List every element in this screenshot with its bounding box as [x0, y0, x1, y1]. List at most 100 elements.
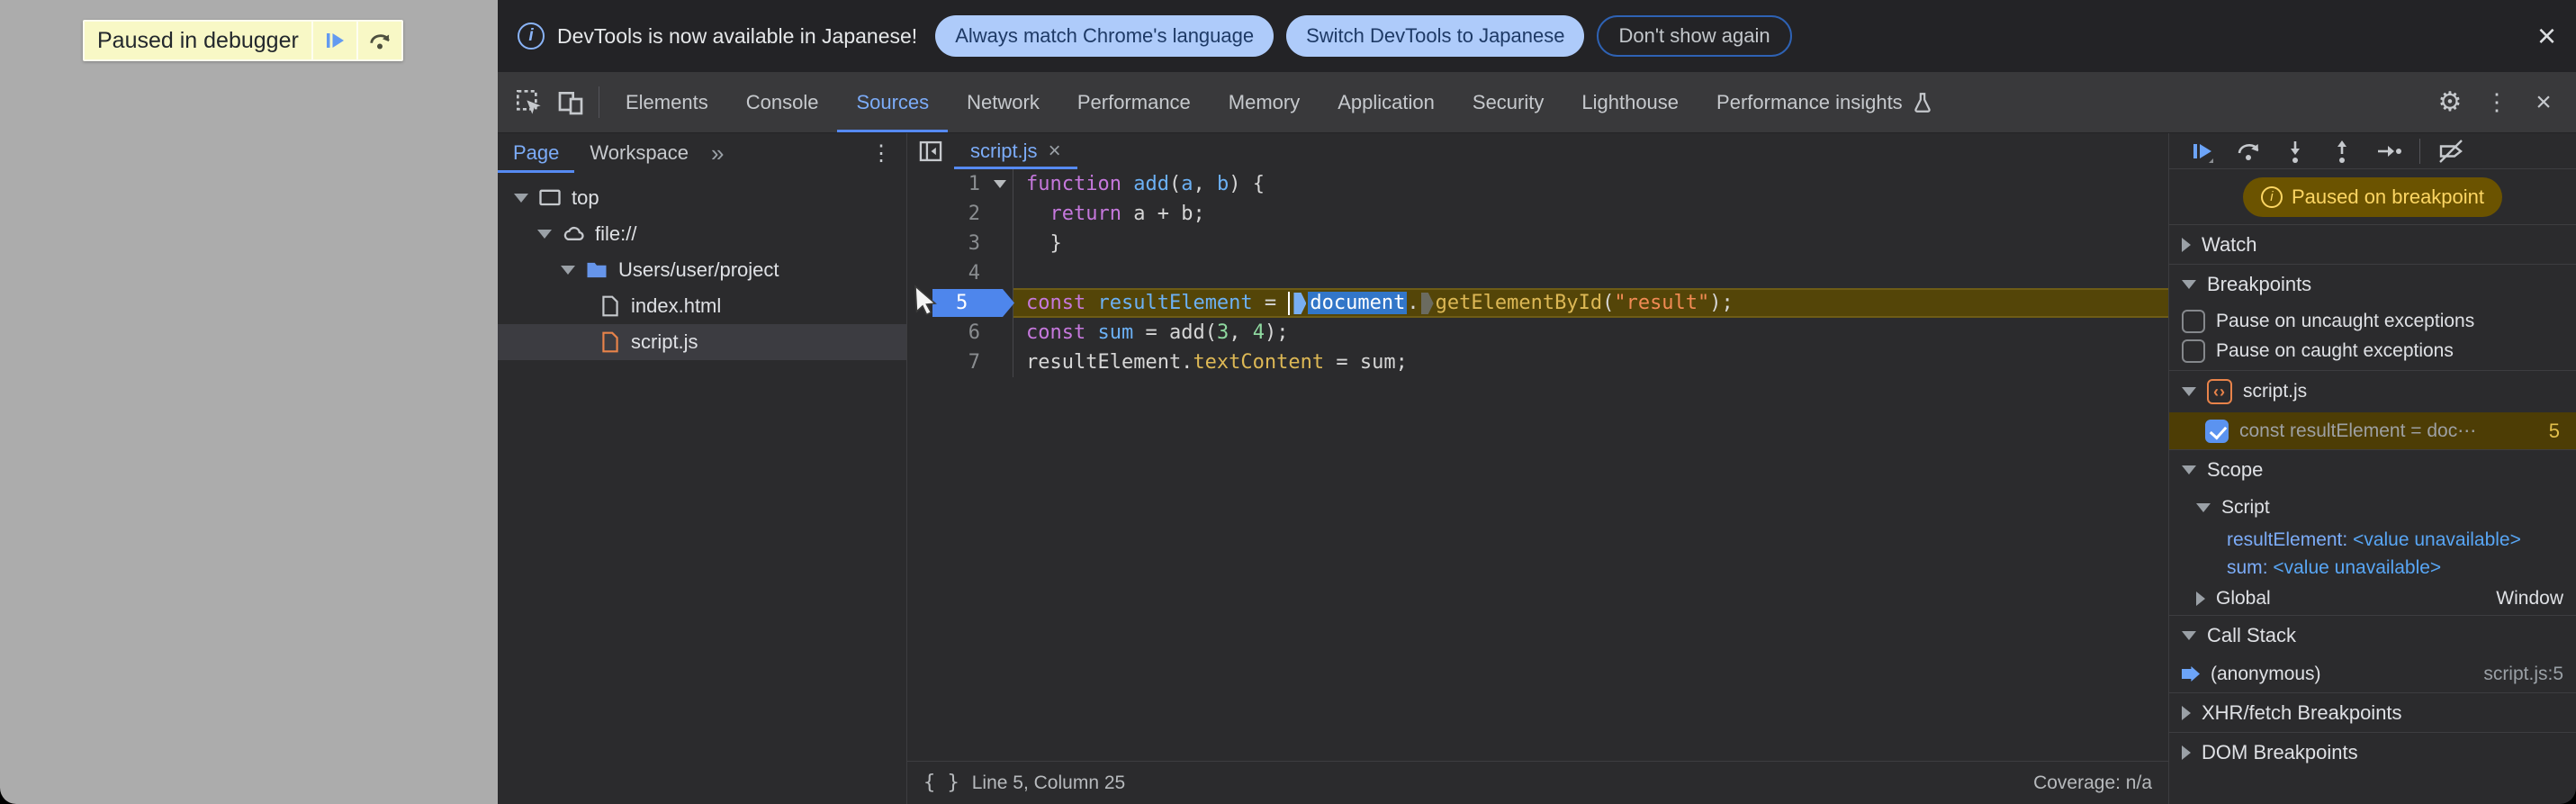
inspect-element-button[interactable]	[509, 72, 550, 132]
code-line[interactable]: 1 function add(a, b) {	[907, 169, 2168, 199]
tab-memory[interactable]: Memory	[1210, 72, 1319, 132]
call-stack-frame[interactable]: (anonymous) script.js:5	[2169, 655, 2576, 693]
switch-to-japanese-button[interactable]: Switch DevTools to Japanese	[1286, 15, 1585, 57]
line-number[interactable]: 2	[907, 199, 987, 229]
tab-close-icon[interactable]: ×	[1049, 139, 1061, 164]
code-line[interactable]: 3 }	[907, 229, 2168, 258]
tree-item-project-folder[interactable]: Users/user/project	[498, 252, 906, 288]
tab-performance-insights[interactable]: Performance insights	[1698, 72, 1953, 132]
scope-variable[interactable]: resultElement: <value unavailable>	[2169, 526, 2576, 554]
collapse-caret-icon[interactable]	[2182, 705, 2191, 720]
gutter[interactable]: 2	[907, 199, 1013, 229]
expand-caret-icon[interactable]	[561, 266, 575, 275]
code-line[interactable]: 6 const sum = add(3, 4);	[907, 318, 2168, 348]
breakpoint-checkbox[interactable]	[2205, 419, 2229, 443]
code-line[interactable]: 2 return a + b;	[907, 199, 2168, 229]
tree-item-index-html[interactable]: index.html	[498, 288, 906, 324]
line-number[interactable]: 6	[907, 318, 987, 348]
step-over-button[interactable]	[2229, 136, 2268, 167]
fold-arrow-icon[interactable]	[994, 180, 1006, 188]
tree-item-top[interactable]: top	[498, 180, 906, 216]
code-line-content[interactable]: }	[1013, 229, 2168, 258]
settings-gear-icon[interactable]: ⚙	[2427, 72, 2473, 132]
hide-navigator-button[interactable]	[907, 133, 954, 169]
execution-line-badge[interactable]: 5	[932, 289, 1014, 317]
step-out-button[interactable]	[2322, 136, 2362, 167]
collapse-caret-icon[interactable]	[2182, 280, 2196, 289]
device-toolbar-button[interactable]	[550, 72, 591, 132]
code-line-content[interactable]: function add(a, b) {	[1013, 169, 2168, 199]
code-line-content[interactable]: const resultElement = document. getElemen…	[1013, 288, 2168, 318]
scope-script-group[interactable]: Script	[2169, 490, 2576, 526]
scope-variable[interactable]: sum: <value unavailable>	[2169, 554, 2576, 582]
code-line-content[interactable]: return a + b;	[1013, 199, 2168, 229]
resume-script-button[interactable]	[312, 22, 356, 59]
section-xhr-breakpoints[interactable]: XHR/fetch Breakpoints	[2169, 693, 2576, 733]
pretty-print-icon[interactable]: { }	[923, 772, 959, 794]
devtools-close-icon[interactable]: ×	[2520, 72, 2567, 132]
tab-performance[interactable]: Performance	[1058, 72, 1210, 132]
collapse-caret-icon[interactable]	[2182, 465, 2196, 474]
collapse-caret-icon[interactable]	[2196, 503, 2211, 512]
tab-security[interactable]: Security	[1454, 72, 1563, 132]
expand-caret-icon[interactable]	[537, 230, 552, 239]
line-number[interactable]: 3	[907, 229, 987, 258]
section-dom-breakpoints[interactable]: DOM Breakpoints	[2169, 733, 2576, 772]
more-tabs-icon[interactable]: »	[704, 133, 731, 173]
section-watch[interactable]: Watch	[2169, 225, 2576, 265]
step-button[interactable]	[2369, 136, 2409, 167]
more-options-kebab-icon[interactable]: ⋮	[2473, 72, 2520, 132]
breakpoint-entry[interactable]: const resultElement = doc⋯ 5	[2169, 412, 2576, 450]
collapse-caret-icon[interactable]	[2182, 387, 2196, 396]
panel-collapse-icon	[918, 139, 943, 164]
section-scope[interactable]: Scope	[2169, 450, 2576, 490]
line-number[interactable]: 1	[907, 169, 987, 199]
tab-network[interactable]: Network	[948, 72, 1058, 132]
code-line[interactable]: 7 resultElement.textContent = sum;	[907, 348, 2168, 377]
infobar-close-icon[interactable]: ×	[2537, 20, 2556, 52]
code-line-content[interactable]	[1013, 258, 2168, 288]
uncaught-exceptions-checkbox[interactable]	[2182, 309, 2205, 333]
step-into-button[interactable]	[2275, 136, 2315, 167]
dont-show-again-button[interactable]: Don't show again	[1597, 15, 1792, 57]
code-line-content[interactable]: const sum = add(3, 4);	[1013, 318, 2168, 348]
gutter[interactable]: 6	[907, 318, 1013, 348]
editor-tab-script-js[interactable]: script.js ×	[954, 133, 1077, 169]
step-over-button[interactable]	[357, 22, 401, 59]
breakpoint-file-group[interactable]: ‹› script.js	[2169, 371, 2576, 412]
pause-caught-exceptions-row[interactable]: Pause on caught exceptions	[2169, 338, 2576, 371]
tab-console[interactable]: Console	[727, 72, 838, 132]
line-number[interactable]: 7	[907, 348, 987, 377]
tab-page[interactable]: Page	[498, 133, 575, 173]
code-line-content[interactable]: resultElement.textContent = sum;	[1013, 348, 2168, 377]
collapse-caret-icon[interactable]	[2196, 591, 2205, 606]
gutter[interactable]: 1	[907, 169, 1013, 199]
gutter[interactable]: 7	[907, 348, 1013, 377]
scope-global-group[interactable]: Global Window	[2169, 582, 2576, 616]
gutter[interactable]: 3	[907, 229, 1013, 258]
tree-item-file-scheme[interactable]: file://	[498, 216, 906, 252]
tree-item-script-js[interactable]: script.js	[498, 324, 906, 360]
tab-lighthouse[interactable]: Lighthouse	[1563, 72, 1698, 132]
navigator-menu-kebab-icon[interactable]: ⋮	[856, 133, 906, 173]
section-breakpoints[interactable]: Breakpoints	[2169, 265, 2576, 304]
pause-uncaught-exceptions-row[interactable]: Pause on uncaught exceptions	[2169, 304, 2576, 338]
deactivate-breakpoints-button[interactable]	[2431, 136, 2471, 167]
collapse-caret-icon[interactable]	[2182, 631, 2196, 640]
tab-sources[interactable]: Sources	[837, 72, 948, 132]
expand-caret-icon[interactable]	[514, 194, 528, 203]
tab-elements[interactable]: Elements	[607, 72, 727, 132]
caught-exceptions-checkbox[interactable]	[2182, 339, 2205, 363]
code-editor[interactable]: 1 function add(a, b) {2 return a + b; 3 } 4…	[907, 169, 2168, 761]
section-call-stack[interactable]: Call Stack	[2169, 616, 2576, 655]
tab-application[interactable]: Application	[1319, 72, 1454, 132]
always-match-language-button[interactable]: Always match Chrome's language	[935, 15, 1274, 57]
resume-script-button[interactable]	[2182, 136, 2221, 167]
code-line[interactable]: 5 const resultElement = document. getEleme…	[907, 288, 2168, 318]
inline-breakpoint-marker[interactable]	[1293, 293, 1307, 314]
collapse-caret-icon[interactable]	[2182, 237, 2191, 252]
tab-workspace[interactable]: Workspace	[574, 133, 704, 173]
collapse-caret-icon[interactable]	[2182, 745, 2191, 760]
code-line[interactable]: 4	[907, 258, 2168, 288]
inline-breakpoint-marker[interactable]	[1420, 293, 1434, 314]
